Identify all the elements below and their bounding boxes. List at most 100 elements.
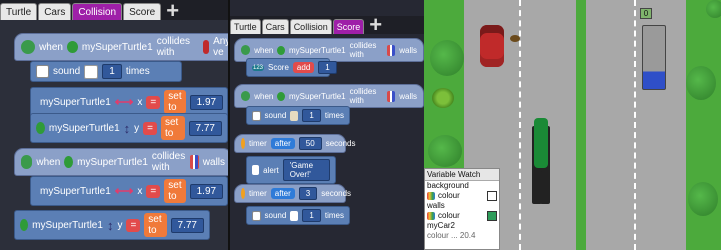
sound-icon	[252, 110, 261, 121]
truck-sprite[interactable]	[642, 25, 666, 90]
variable-watch-panel: Variable Watch background colour walls c…	[424, 168, 500, 250]
tree-icon	[706, 0, 721, 18]
alert-message[interactable]: 'Game Over!'	[282, 159, 330, 181]
when-label: when	[36, 156, 61, 168]
swatch-walls	[487, 211, 497, 221]
game-stage[interactable]: 0 Variable Watch background colour walls…	[424, 0, 721, 250]
operator-dropdown[interactable]: =	[143, 121, 157, 135]
sound-icon	[36, 65, 49, 78]
red-car-sprite[interactable]	[480, 25, 504, 67]
watch-prop: colour	[438, 211, 460, 220]
watch-row: colour	[425, 191, 499, 201]
clock-icon	[241, 188, 245, 199]
score-icon: 123	[252, 64, 265, 71]
axis-label: y	[134, 122, 140, 134]
tab-turtle[interactable]: Turtle	[0, 3, 38, 20]
add-tab-plus-icon[interactable]: +	[369, 14, 382, 36]
sound-icon	[252, 210, 261, 221]
vertical-arrow-icon: ↕	[123, 120, 131, 136]
tree-icon	[428, 135, 462, 167]
swatch-background	[487, 191, 497, 201]
add-tab-plus-icon[interactable]: +	[166, 0, 179, 22]
value-input[interactable]: 1.97	[189, 94, 224, 110]
watch-var-name: walls	[427, 201, 445, 210]
tab-cars[interactable]: Cars	[38, 3, 72, 20]
tab-cars[interactable]: Cars	[261, 19, 289, 34]
grass-divider	[576, 0, 586, 250]
set-y-block[interactable]: mySuperTurtle1 ↕ y = set to 7.77	[30, 113, 228, 143]
when-collides-block-1[interactable]: when mySuperTurtle1 collides with Any ve	[14, 33, 232, 61]
turtle-icon	[36, 122, 45, 134]
operator-dropdown[interactable]: =	[126, 218, 141, 232]
sound-count[interactable]: 1	[302, 209, 321, 222]
set-x-block[interactable]: mySuperTurtle1 ⟷ x = set to 1.97	[30, 176, 228, 206]
event-cap-icon	[21, 40, 36, 54]
collision-target: walls	[399, 45, 417, 55]
sound-block[interactable]: sound 1 times	[246, 206, 350, 225]
alert-block[interactable]: alert 'Game Over!'	[246, 156, 336, 184]
sprite-name: mySuperTurtle1	[48, 122, 120, 134]
timer-block[interactable]: timer after 3 seconds	[234, 184, 351, 203]
collides-with-label: collides with	[156, 36, 191, 58]
operator-dropdown[interactable]: =	[146, 184, 161, 198]
splat-sound-icon	[84, 64, 99, 79]
event-cap-icon	[241, 45, 251, 55]
sound-label: sound	[53, 66, 81, 77]
collides-with-label: collides with	[349, 87, 377, 105]
seconds-label: seconds	[325, 139, 356, 148]
sound-block[interactable]: sound 1 times	[30, 61, 182, 82]
turtle-sprite[interactable]	[432, 88, 454, 108]
tab-collision[interactable]: Collision	[289, 19, 332, 34]
turtle-icon	[66, 41, 78, 53]
set-to-label: set to	[144, 213, 167, 237]
sound-count[interactable]: 1	[302, 109, 321, 122]
timer-value[interactable]: 3	[298, 187, 318, 200]
walls-icon	[386, 44, 396, 56]
timer-value[interactable]: 50	[298, 137, 322, 150]
turtle-icon	[20, 219, 29, 231]
timer-label: timer	[249, 139, 267, 148]
event-cap-icon	[21, 155, 33, 169]
add-value[interactable]: 1	[318, 61, 337, 74]
tab-score[interactable]: Score	[332, 19, 365, 34]
set-to-label: set to	[164, 90, 186, 114]
when-collides-block[interactable]: when mySuperTurtle1 collides with walls	[234, 84, 424, 108]
times-label: times	[125, 66, 150, 77]
when-label: when	[254, 45, 274, 55]
timer-block[interactable]: timer after 50 seconds	[234, 134, 356, 153]
value-input[interactable]: 7.77	[170, 217, 204, 233]
axis-label: x	[137, 96, 143, 108]
operator-dropdown[interactable]: =	[146, 95, 161, 109]
tree-icon	[430, 40, 464, 76]
timer-label: timer	[249, 189, 267, 198]
tab-collision[interactable]: Collision	[72, 3, 123, 20]
set-to-label: set to	[164, 179, 186, 203]
alert-label: alert	[263, 165, 279, 175]
tree-icon	[688, 182, 718, 216]
sound-clip-icon	[290, 110, 299, 121]
sprite-name: mySuperTurtle1	[40, 185, 111, 197]
tab-score[interactable]: Score	[123, 3, 162, 20]
value-input[interactable]: 1.97	[189, 183, 224, 199]
watch-prop: colour	[438, 191, 460, 200]
tree-icon	[686, 66, 716, 100]
watch-var-name: background	[427, 181, 469, 190]
sprite-name: mySuperTurtle1	[40, 96, 111, 108]
small-turtle-sprite[interactable]	[510, 35, 520, 42]
set-y-block[interactable]: mySuperTurtle1 ↕ y = set to 7.77	[14, 210, 210, 240]
watch-var-name: myCar2	[427, 221, 456, 230]
tab-turtle[interactable]: Turtle	[230, 19, 261, 34]
sound-block[interactable]: sound 1 times	[246, 106, 350, 125]
car-icon	[202, 40, 210, 54]
value-input[interactable]: 7.77	[188, 120, 222, 136]
add-operator[interactable]: add	[292, 62, 315, 73]
when-label: when	[254, 91, 274, 101]
green-car-sprite[interactable]	[534, 118, 548, 168]
collision-target: walls	[202, 156, 226, 168]
alert-icon	[252, 165, 260, 175]
sprite-name: mySuperTurtle1	[289, 91, 346, 101]
score-add-block[interactable]: 123 Score add 1	[246, 58, 337, 77]
lane-marking	[634, 0, 636, 250]
when-collides-block-2[interactable]: when mySuperTurtle1 collides with walls	[14, 148, 232, 176]
sound-count[interactable]: 1	[102, 64, 122, 79]
